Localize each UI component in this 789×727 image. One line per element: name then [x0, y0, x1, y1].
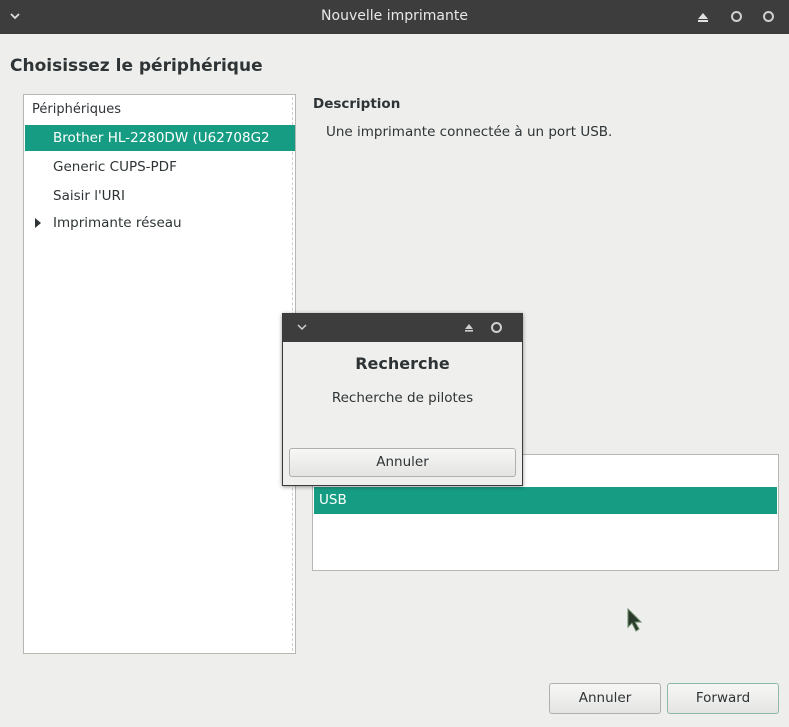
description-text: Une imprimante connectée à un port USB. [326, 124, 613, 140]
search-dialog: Recherche Recherche de pilotes Annuler [282, 313, 523, 486]
device-item-brother[interactable]: Brother HL-2280DW (U62708G2 [25, 125, 295, 151]
forward-button[interactable]: Forward [667, 683, 779, 714]
page-title: Choisissez le périphérique [10, 56, 263, 76]
cancel-button[interactable]: Annuler [549, 683, 661, 714]
dialog-titlebar [283, 314, 522, 342]
devices-tree[interactable]: Périphériques Brother HL-2280DW (U62708G… [23, 94, 296, 654]
dialog-cancel-button[interactable]: Annuler [289, 448, 516, 477]
device-label: Imprimante réseau [53, 215, 182, 231]
device-label: Saisir l'URI [53, 188, 125, 204]
eject-icon[interactable] [696, 10, 710, 24]
dialog-title: Recherche [355, 354, 450, 373]
window-title: Nouvelle imprimante [321, 8, 468, 24]
dialog-close-button[interactable] [491, 322, 502, 333]
device-item-generic-cups-pdf[interactable]: Generic CUPS-PDF [25, 154, 295, 180]
dialog-eject-icon[interactable] [463, 322, 475, 334]
expander-arrow-icon[interactable] [33, 218, 43, 228]
dialog-menu-chevron-icon[interactable] [295, 320, 309, 334]
connection-row-usb[interactable]: USB [314, 487, 777, 514]
close-button[interactable] [763, 11, 774, 22]
device-item-network-printer[interactable]: Imprimante réseau [25, 210, 295, 236]
device-item-enter-uri[interactable]: Saisir l'URI [25, 183, 295, 209]
window-titlebar: Nouvelle imprimante [0, 0, 789, 34]
device-label: Generic CUPS-PDF [53, 159, 177, 175]
dialog-message: Recherche de pilotes [331, 390, 474, 406]
description-title: Description [313, 96, 401, 112]
devices-column-header[interactable]: Périphériques [32, 102, 121, 117]
minimize-button[interactable] [731, 11, 742, 22]
mouse-cursor-icon [627, 608, 643, 632]
device-label: Brother HL-2280DW (U62708G2 [53, 130, 270, 146]
